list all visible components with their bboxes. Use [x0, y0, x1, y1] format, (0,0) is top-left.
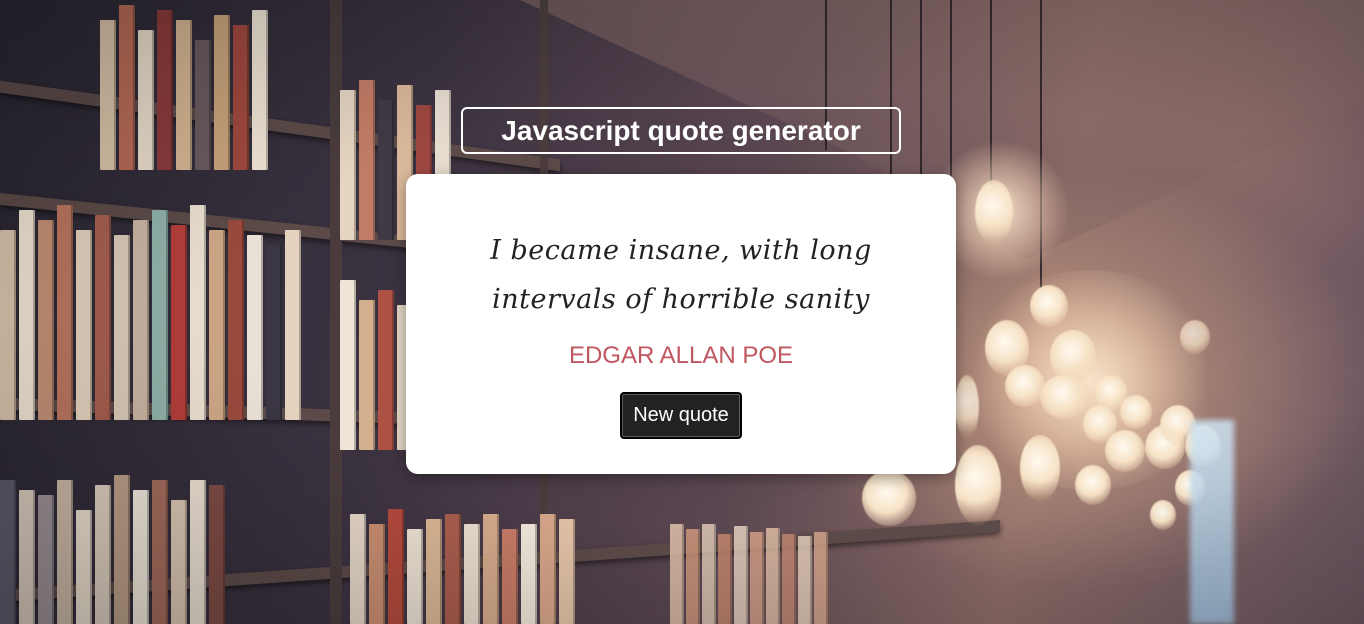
quote-card: I became insane, with long intervals of …: [406, 174, 956, 474]
quote-author: EDGAR ALLAN POE: [568, 342, 794, 369]
new-quote-button[interactable]: New quote: [620, 392, 742, 439]
page-title: Javascript quote generator: [461, 107, 901, 154]
quote-text: I became insane, with long intervals of …: [490, 235, 872, 315]
